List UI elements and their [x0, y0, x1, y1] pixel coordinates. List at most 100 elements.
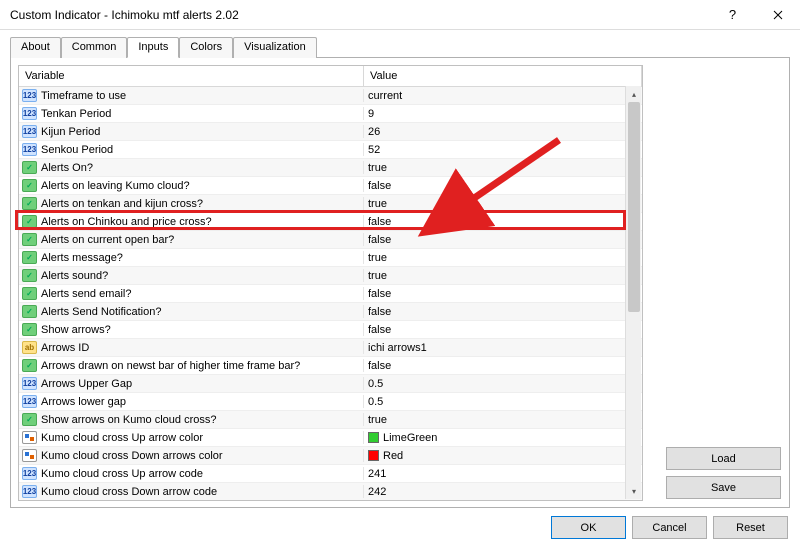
close-button[interactable]	[755, 0, 800, 30]
cell-value[interactable]: LimeGreen	[364, 432, 642, 444]
ok-button[interactable]: OK	[551, 516, 626, 539]
table-row[interactable]: 123Senkou Period52	[19, 141, 642, 159]
cell-value[interactable]: true	[364, 414, 642, 426]
cell-variable: ✓Alerts on leaving Kumo cloud?	[19, 179, 364, 192]
variable-label: Kumo cloud cross Down arrows color	[41, 450, 223, 462]
help-button[interactable]: ?	[710, 0, 755, 30]
value-label: 26	[368, 126, 380, 138]
cell-variable: ✓Arrows drawn on newst bar of higher tim…	[19, 359, 364, 372]
cell-variable: abArrows ID	[19, 341, 364, 354]
variable-label: Kijun Period	[41, 126, 100, 138]
cell-value[interactable]: current	[364, 90, 642, 102]
cell-value[interactable]: true	[364, 198, 642, 210]
table-row[interactable]: 123Kumo cloud cross Up arrow code241	[19, 465, 642, 483]
scroll-up-icon[interactable]: ▴	[626, 86, 642, 102]
cell-value[interactable]: 9	[364, 108, 642, 120]
cell-value[interactable]: false	[364, 324, 642, 336]
variable-label: Alerts on Chinkou and price cross?	[41, 216, 212, 228]
table-row[interactable]: ✓Alerts Send Notification?false	[19, 303, 642, 321]
table-body: 123 Timeframe to use current 123 Tenkan Peri…	[19, 87, 642, 500]
value-label: 0.5	[368, 396, 383, 408]
tab-colors[interactable]: Colors	[179, 37, 233, 58]
table-row[interactable]: ✓Alerts on tenkan and kijun cross?true	[19, 195, 642, 213]
table-row[interactable]: ✓Alerts On?true	[19, 159, 642, 177]
color-swatch	[368, 432, 379, 443]
cell-value[interactable]: false	[364, 360, 642, 372]
table-row[interactable]: ✓Alerts on current open bar?false	[19, 231, 642, 249]
tab-visualization[interactable]: Visualization	[233, 37, 317, 58]
value-label: 241	[368, 468, 386, 480]
tab-inputs[interactable]: Inputs	[127, 37, 179, 58]
cell-value[interactable]: 0.5	[364, 378, 642, 390]
cell-value[interactable]: false	[364, 288, 642, 300]
save-button[interactable]: Save	[666, 476, 781, 499]
tab-about[interactable]: About	[10, 37, 61, 58]
column-header-variable[interactable]: Variable	[19, 66, 364, 86]
column-header-value[interactable]: Value	[364, 66, 642, 86]
table-row[interactable]: 123 Timeframe to use current	[19, 87, 642, 105]
table-row[interactable]: Kumo cloud cross Up arrow colorLimeGreen	[19, 429, 642, 447]
cell-value[interactable]: false	[364, 306, 642, 318]
cell-variable: Kumo cloud cross Down arrows color	[19, 449, 364, 462]
cell-variable: 123Kijun Period	[19, 125, 364, 138]
table-row[interactable]: 123Kumo cloud cross Down arrow code242	[19, 483, 642, 500]
table-row[interactable]: ✓Alerts on leaving Kumo cloud?false	[19, 177, 642, 195]
bool-type-icon: ✓	[22, 179, 37, 192]
value-label: Red	[383, 450, 403, 462]
table-row[interactable]: 123Arrows lower gap0.5	[19, 393, 642, 411]
vertical-scrollbar[interactable]: ▴ ▾	[625, 86, 641, 499]
table-row[interactable]: ✓Alerts message?true	[19, 249, 642, 267]
cell-value[interactable]: 26	[364, 126, 642, 138]
cell-value[interactable]: true	[364, 162, 642, 174]
bool-type-icon: ✓	[22, 269, 37, 282]
cell-variable: ✓Alerts on current open bar?	[19, 233, 364, 246]
scroll-down-icon[interactable]: ▾	[626, 483, 642, 499]
variable-label: Tenkan Period	[41, 108, 111, 120]
table-row[interactable]: ✓Alerts send email?false	[19, 285, 642, 303]
cell-value[interactable]: 242	[364, 486, 642, 498]
color-swatch	[368, 450, 379, 461]
variable-label: Kumo cloud cross Up arrow code	[41, 468, 203, 480]
table-row[interactable]: Kumo cloud cross Down arrows color Red	[19, 447, 642, 465]
inputs-table: Variable Value 123 Timeframe to use curren…	[18, 65, 643, 501]
num-type-icon: 123	[22, 377, 37, 390]
table-row[interactable]: 123 Arrows Upper Gap 0.5	[19, 375, 642, 393]
cell-value[interactable]: 241	[364, 468, 642, 480]
load-button[interactable]: Load	[666, 447, 781, 470]
table-row[interactable]: ✓Arrows drawn on newst bar of higher tim…	[19, 357, 642, 375]
value-label: LimeGreen	[383, 432, 437, 444]
table-row[interactable]: abArrows IDichi arrows1	[19, 339, 642, 357]
table-row[interactable]: ✓Show arrows on Kumo cloud cross?true	[19, 411, 642, 429]
variable-label: Show arrows?	[41, 324, 111, 336]
tab-common[interactable]: Common	[61, 37, 128, 58]
bool-type-icon: ✓	[22, 197, 37, 210]
variable-label: Senkou Period	[41, 144, 113, 156]
cell-variable: ✓ Alerts sound?	[19, 269, 364, 282]
scroll-thumb[interactable]	[628, 102, 640, 312]
cell-value[interactable]: 52	[364, 144, 642, 156]
cell-value[interactable]: true	[364, 270, 642, 282]
bool-type-icon: ✓	[22, 161, 37, 174]
table-row[interactable]: ✓ Alerts sound? true	[19, 267, 642, 285]
reset-button[interactable]: Reset	[713, 516, 788, 539]
cell-value[interactable]: false	[364, 234, 642, 246]
value-label: 0.5	[368, 378, 383, 390]
cancel-button[interactable]: Cancel	[632, 516, 707, 539]
table-row[interactable]: ✓Alerts on Chinkou and price cross?false	[19, 213, 642, 231]
table-row[interactable]: 123Tenkan Period9	[19, 105, 642, 123]
variable-label: Alerts sound?	[41, 270, 108, 282]
cell-value[interactable]: false	[364, 216, 642, 228]
variable-label: Arrows Upper Gap	[41, 378, 132, 390]
cell-variable: ✓Alerts on tenkan and kijun cross?	[19, 197, 364, 210]
table-row[interactable]: ✓Show arrows?false	[19, 321, 642, 339]
num-type-icon: 123	[22, 89, 37, 102]
cell-value[interactable]: 0.5	[364, 396, 642, 408]
value-label: false	[368, 216, 391, 228]
cell-value[interactable]: ichi arrows1	[364, 342, 642, 354]
variable-label: Kumo cloud cross Down arrow code	[41, 486, 217, 498]
table-row[interactable]: 123Kijun Period 26	[19, 123, 642, 141]
variable-label: Timeframe to use	[41, 90, 126, 102]
cell-value[interactable]: true	[364, 252, 642, 264]
cell-value[interactable]: Red	[364, 450, 642, 462]
cell-value[interactable]: false	[364, 180, 642, 192]
